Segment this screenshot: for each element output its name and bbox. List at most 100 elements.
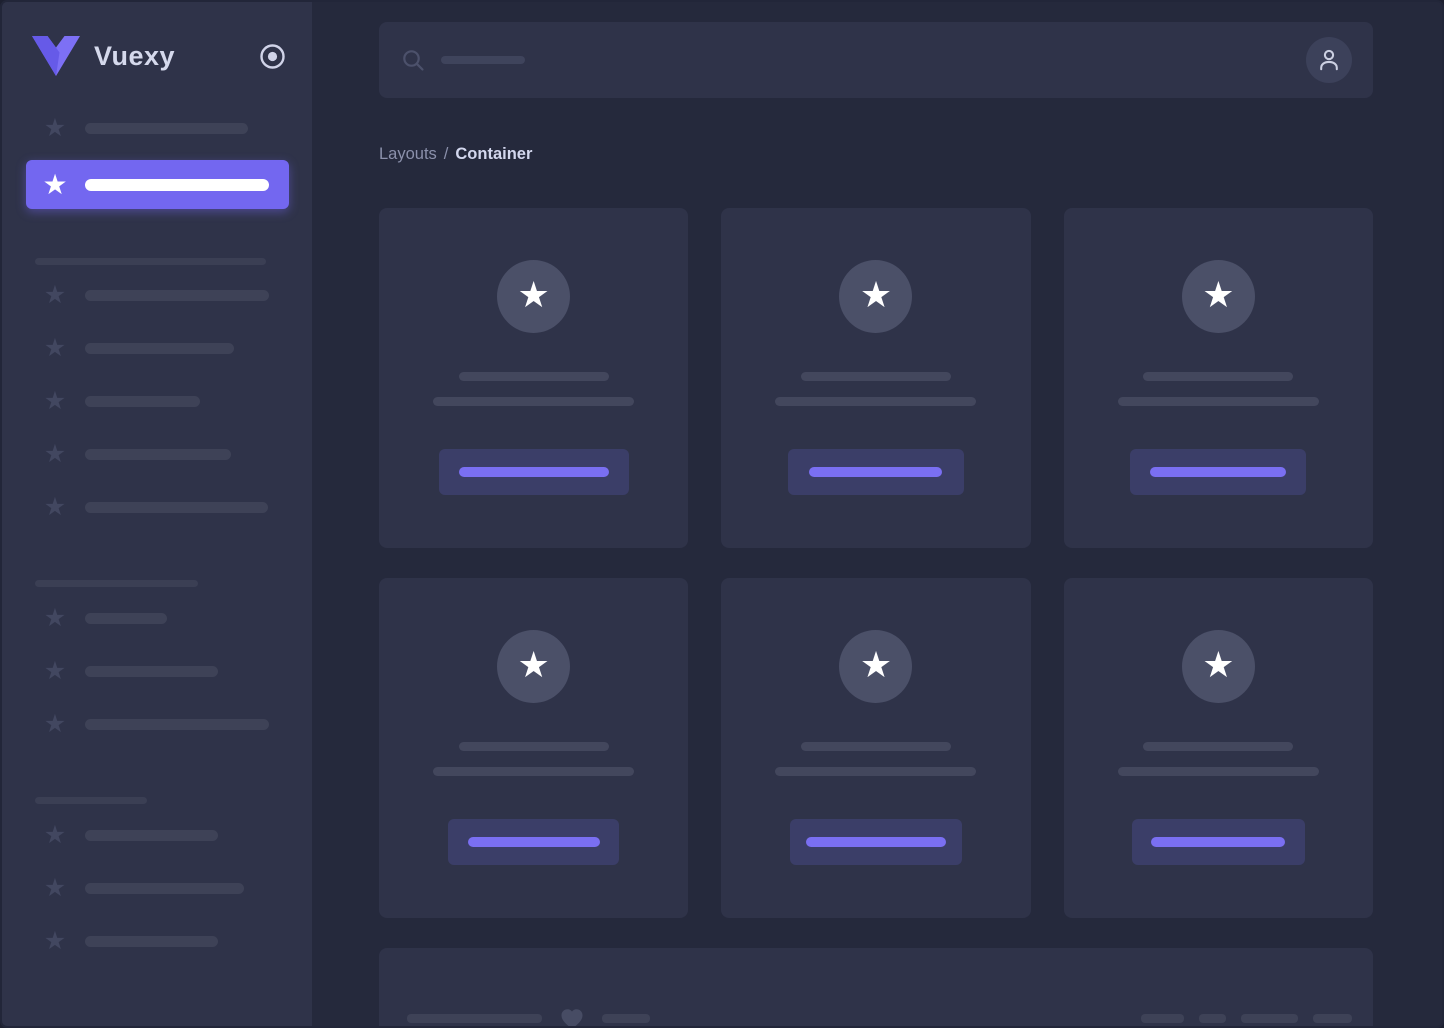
footer-right-group [1141, 1014, 1352, 1023]
button-label-skeleton [805, 837, 946, 847]
card-action-button[interactable] [787, 449, 964, 495]
sidebar-item[interactable]: ★ [2, 915, 312, 968]
card-grid: ★ ★ ★ ★ ★ ★ [379, 208, 1373, 918]
sidebar-collapse-toggle-icon[interactable] [259, 43, 286, 70]
star-icon: ★ [43, 440, 67, 468]
sidebar-nav: ★ ★ ★ ★ ★ ★ ★ ★ ★ ★ ★ ★ ★ [2, 80, 312, 968]
star-icon: ★ [43, 334, 67, 362]
star-icon: ★ [43, 657, 67, 685]
star-icon: ★ [859, 644, 893, 685]
card-text-skeleton [458, 372, 609, 381]
button-label-skeleton [1150, 467, 1287, 477]
sidebar-item-skeleton [85, 830, 218, 841]
card-text-skeleton [775, 397, 977, 406]
sidebar-item-skeleton [85, 502, 268, 513]
card-avatar-circle: ★ [1181, 260, 1255, 333]
sidebar: Vuexy ★ ★ ★ ★ ★ ★ ★ ★ ★ ★ ★ ★ ★ [2, 2, 312, 1026]
sidebar-item[interactable]: ★ [2, 375, 312, 428]
sidebar-item-skeleton [85, 936, 218, 947]
star-icon: ★ [43, 493, 67, 521]
sidebar-item-skeleton [85, 178, 269, 191]
sidebar-section-skeleton [35, 258, 266, 265]
card-action-button[interactable] [1131, 819, 1305, 865]
card: ★ [1063, 208, 1373, 548]
card-text-skeleton [1117, 397, 1319, 406]
main-content: Layouts / Container ★ ★ ★ ★ ★ ★ [312, 2, 1442, 1026]
search-icon [402, 49, 425, 72]
brand-logo[interactable]: Vuexy [32, 36, 175, 76]
sidebar-item[interactable]: ★ [2, 645, 312, 698]
button-label-skeleton [809, 467, 943, 477]
card-avatar-circle: ★ [1181, 630, 1255, 703]
sidebar-item-skeleton [85, 883, 244, 894]
sidebar-item[interactable]: ★ [2, 862, 312, 915]
star-icon: ★ [517, 644, 550, 685]
user-avatar[interactable] [1306, 37, 1352, 83]
card: ★ [379, 578, 689, 918]
sidebar-item[interactable]: ★ [2, 809, 312, 862]
sidebar-item-skeleton [85, 666, 218, 677]
card-text-skeleton [775, 767, 977, 776]
star-icon: ★ [1202, 274, 1235, 315]
star-icon: ★ [43, 281, 67, 309]
card-text-skeleton [1143, 372, 1294, 381]
footer-skeleton-bar [1241, 1014, 1298, 1023]
star-icon: ★ [42, 168, 68, 200]
sidebar-item[interactable]: ★ [2, 322, 312, 375]
star-icon: ★ [43, 113, 67, 142]
star-icon: ★ [859, 274, 893, 315]
sidebar-item[interactable]: ★ [2, 481, 312, 534]
star-icon: ★ [43, 874, 67, 902]
card-action-button[interactable] [1130, 449, 1307, 495]
star-icon: ★ [43, 387, 67, 415]
card-text-skeleton [433, 767, 635, 776]
card-text-skeleton [800, 372, 951, 381]
button-label-skeleton [1151, 837, 1286, 847]
sidebar-item-skeleton [85, 343, 234, 354]
card-action-button[interactable] [448, 819, 620, 865]
breadcrumb-parent[interactable]: Layouts [379, 145, 437, 163]
sidebar-item[interactable]: ★ [2, 698, 312, 751]
card-action-button[interactable] [789, 819, 962, 865]
button-label-skeleton [467, 837, 600, 847]
sidebar-item[interactable]: ★ [2, 104, 312, 152]
card-avatar-circle: ★ [839, 260, 913, 333]
star-icon: ★ [517, 274, 550, 315]
sidebar-item[interactable]: ★ [2, 592, 312, 645]
card-text-skeleton [433, 397, 635, 406]
breadcrumb-separator: / [443, 145, 449, 163]
sidebar-item[interactable]: ★ [2, 428, 312, 481]
sidebar-item[interactable]: ★ [26, 160, 289, 209]
app-window: Vuexy ★ ★ ★ ★ ★ ★ ★ ★ ★ ★ ★ ★ ★ Layouts … [0, 0, 1444, 1028]
card-text-skeleton [458, 742, 609, 751]
sidebar-header: Vuexy [2, 2, 312, 80]
brand-title: Vuexy [94, 40, 176, 71]
search-placeholder-skeleton [441, 56, 525, 64]
star-icon: ★ [43, 604, 67, 632]
card-text-skeleton [1143, 742, 1294, 751]
search-input[interactable] [402, 49, 1306, 72]
sidebar-section-skeleton [35, 580, 198, 587]
sidebar-item-skeleton [85, 290, 269, 301]
star-icon: ★ [43, 821, 67, 849]
footer-skeleton-bar [1199, 1014, 1226, 1023]
card-action-button[interactable] [438, 449, 629, 495]
footer-skeleton-bar [1313, 1014, 1352, 1023]
breadcrumb-current: Container [455, 145, 533, 163]
footer [379, 948, 1373, 1026]
sidebar-item-skeleton [85, 719, 269, 730]
card: ★ [721, 578, 1031, 918]
footer-left-group [407, 1008, 650, 1026]
card-text-skeleton [1117, 767, 1319, 776]
sidebar-item[interactable]: ★ [2, 269, 312, 322]
sidebar-item-skeleton [85, 122, 248, 134]
card-avatar-circle: ★ [839, 630, 913, 703]
user-icon [1316, 47, 1342, 73]
button-label-skeleton [458, 467, 609, 477]
card: ★ [1063, 578, 1373, 918]
topbar [379, 22, 1373, 98]
heart-icon [560, 1008, 584, 1026]
star-icon: ★ [43, 927, 67, 955]
footer-skeleton-bar [407, 1014, 542, 1023]
sidebar-item-skeleton [85, 396, 200, 407]
